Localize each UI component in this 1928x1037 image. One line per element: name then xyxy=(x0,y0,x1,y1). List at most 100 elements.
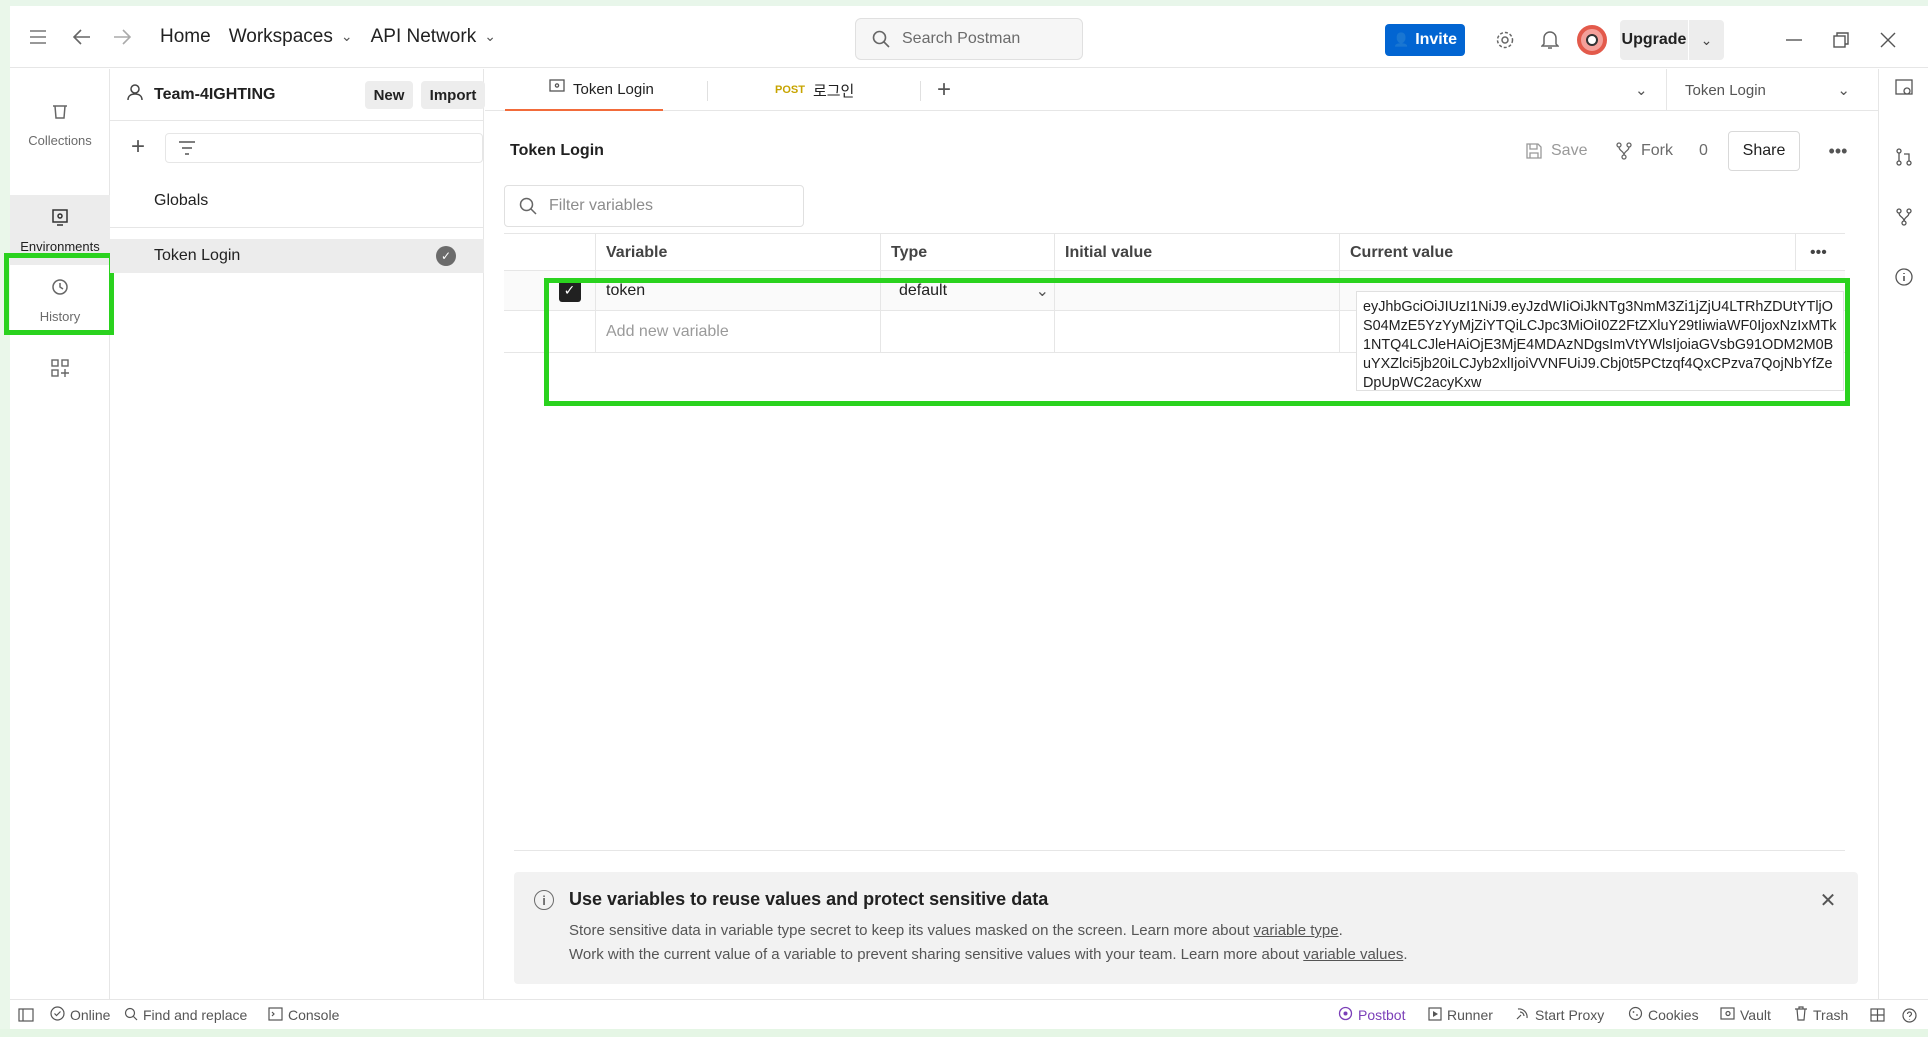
status-bar: Online Find and replace Console Postbot … xyxy=(10,999,1928,1029)
hamburger-menu-icon[interactable] xyxy=(18,17,58,57)
more-options-icon[interactable]: ••• xyxy=(1822,135,1854,167)
sidebar-item-globals[interactable]: Globals xyxy=(110,184,484,218)
search-placeholder: Search Postman xyxy=(902,30,1021,47)
forward-arrow-icon[interactable] xyxy=(102,17,142,57)
trash-label: Trash xyxy=(1813,1007,1849,1023)
user-avatar[interactable] xyxy=(1577,25,1607,55)
postbot-button[interactable]: Postbot xyxy=(1338,1000,1405,1030)
trash-icon xyxy=(1794,1006,1808,1024)
active-environment-check-icon[interactable]: ✓ xyxy=(436,246,456,266)
share-button[interactable]: Share xyxy=(1728,131,1800,171)
filter-variables-input[interactable]: Filter variables xyxy=(504,185,804,227)
filter-lines-icon xyxy=(179,141,195,155)
environment-quick-look-icon[interactable] xyxy=(1891,75,1917,101)
new-button[interactable]: New xyxy=(365,81,413,109)
banner-line-1: Store sensitive data in variable type se… xyxy=(569,922,1343,939)
import-button[interactable]: Import xyxy=(421,81,485,109)
postbot-icon xyxy=(1338,1006,1353,1024)
add-environment-icon[interactable]: + xyxy=(124,133,152,161)
table-more-options-icon[interactable]: ••• xyxy=(1795,234,1845,272)
sidebar-divider xyxy=(110,227,484,228)
column-header-type: Type xyxy=(880,234,1054,272)
sidebar: Team-4IGHTING New Import + Globals Token… xyxy=(110,69,485,999)
close-window-icon[interactable] xyxy=(1872,24,1904,56)
pull-request-icon[interactable] xyxy=(1891,144,1917,170)
runner-play-icon xyxy=(1428,1006,1442,1024)
tab-overflow-chevron-icon[interactable]: ⌄ xyxy=(1635,69,1648,111)
tab-login-request[interactable]: POST 로그인 xyxy=(775,69,854,111)
vault-label: Vault xyxy=(1740,1007,1771,1023)
online-status[interactable]: Online xyxy=(50,1000,110,1030)
rail-item-collections[interactable]: Collections xyxy=(10,89,110,159)
variable-values-link[interactable]: variable values xyxy=(1303,946,1403,963)
environment-title[interactable]: Token Login xyxy=(510,142,604,160)
fork-count: 0 xyxy=(1699,142,1708,159)
restore-window-icon[interactable] xyxy=(1825,24,1857,56)
fork-label: Fork xyxy=(1641,142,1673,159)
save-label: Save xyxy=(1551,142,1588,159)
notification-bell-icon[interactable] xyxy=(1534,24,1566,56)
info-icon[interactable] xyxy=(1891,264,1917,290)
tab-label: Token Login xyxy=(573,80,654,98)
chevron-down-icon[interactable]: ⌄ xyxy=(1688,20,1724,60)
table-header-row: Variable Type Initial value Current valu… xyxy=(504,233,1845,272)
column-header-current-value: Current value xyxy=(1339,234,1795,272)
environment-selector[interactable]: Token Login ⌄ xyxy=(1666,69,1878,111)
variable-type-link[interactable]: variable type xyxy=(1254,922,1339,939)
banner-period: . xyxy=(1403,946,1408,963)
back-arrow-icon[interactable] xyxy=(62,17,102,57)
banner-period: . xyxy=(1338,922,1343,939)
tab-label: 로그인 xyxy=(812,82,855,100)
cookie-icon xyxy=(1628,1006,1643,1024)
add-person-icon: 👤 xyxy=(1393,32,1410,47)
chevron-down-icon: ⌄ xyxy=(340,28,353,44)
minimize-window-icon[interactable] xyxy=(1778,24,1810,56)
cookies-label: Cookies xyxy=(1648,1007,1699,1023)
home-link[interactable]: Home xyxy=(160,26,211,48)
person-icon xyxy=(126,83,144,106)
console-label: Console xyxy=(288,1007,340,1023)
find-and-replace-button[interactable]: Find and replace xyxy=(124,1000,247,1030)
banner-line-1-text: Store sensitive data in variable type se… xyxy=(569,922,1254,939)
two-pane-layout-icon[interactable] xyxy=(1870,1000,1885,1030)
fork-icon[interactable] xyxy=(1891,204,1917,230)
console-button[interactable]: Console xyxy=(268,1000,339,1030)
sidebar-filter-input[interactable] xyxy=(165,133,483,163)
runner-button[interactable]: Runner xyxy=(1428,1000,1493,1030)
upgrade-button[interactable]: Upgrade ⌄ xyxy=(1620,20,1724,60)
toggle-sidebar-icon[interactable] xyxy=(18,1000,34,1030)
search-input[interactable]: Search Postman xyxy=(855,18,1083,60)
fork-button[interactable]: Fork xyxy=(1615,135,1673,167)
trash-can-collections-icon xyxy=(50,101,70,127)
tab-token-login[interactable]: Token Login xyxy=(505,69,663,111)
postbot-label: Postbot xyxy=(1358,1007,1406,1023)
environments-highlight-box xyxy=(4,253,114,335)
console-icon xyxy=(268,1006,283,1024)
close-icon[interactable]: ✕ xyxy=(1816,888,1840,912)
sidebar-item-token-login[interactable]: Token Login ✓ xyxy=(110,239,484,273)
invite-button[interactable]: 👤 Invite xyxy=(1385,24,1465,56)
workspace-name[interactable]: Team-4IGHTING xyxy=(154,86,276,104)
cookies-button[interactable]: Cookies xyxy=(1628,1000,1699,1030)
window-frame-left xyxy=(0,0,10,1037)
add-grid-icon xyxy=(50,358,70,384)
upgrade-label: Upgrade xyxy=(1621,31,1687,48)
rail-item-add-apps[interactable] xyxy=(10,336,110,406)
api-network-menu[interactable]: API Network ⌄ xyxy=(371,26,496,48)
column-header-initial-value: Initial value xyxy=(1054,234,1339,272)
settings-gear-icon[interactable] xyxy=(1489,24,1521,56)
trash-button[interactable]: Trash xyxy=(1794,1000,1848,1030)
proxy-satellite-icon xyxy=(1515,1006,1530,1024)
start-proxy-button[interactable]: Start Proxy xyxy=(1515,1000,1604,1030)
vault-button[interactable]: Vault xyxy=(1720,1000,1771,1030)
workspaces-menu[interactable]: Workspaces ⌄ xyxy=(229,26,353,48)
start-proxy-label: Start Proxy xyxy=(1535,1007,1605,1023)
tab-bar: Token Login POST 로그인 + ⌄ Token Login ⌄ xyxy=(485,69,1878,111)
save-button[interactable]: Save xyxy=(1525,135,1587,167)
api-network-label: API Network xyxy=(370,25,477,47)
new-tab-plus-icon[interactable]: + xyxy=(937,69,951,111)
vault-icon xyxy=(1720,1006,1735,1024)
chevron-down-icon: ⌄ xyxy=(1837,82,1850,99)
help-icon[interactable] xyxy=(1902,1000,1917,1030)
search-icon xyxy=(519,197,537,215)
